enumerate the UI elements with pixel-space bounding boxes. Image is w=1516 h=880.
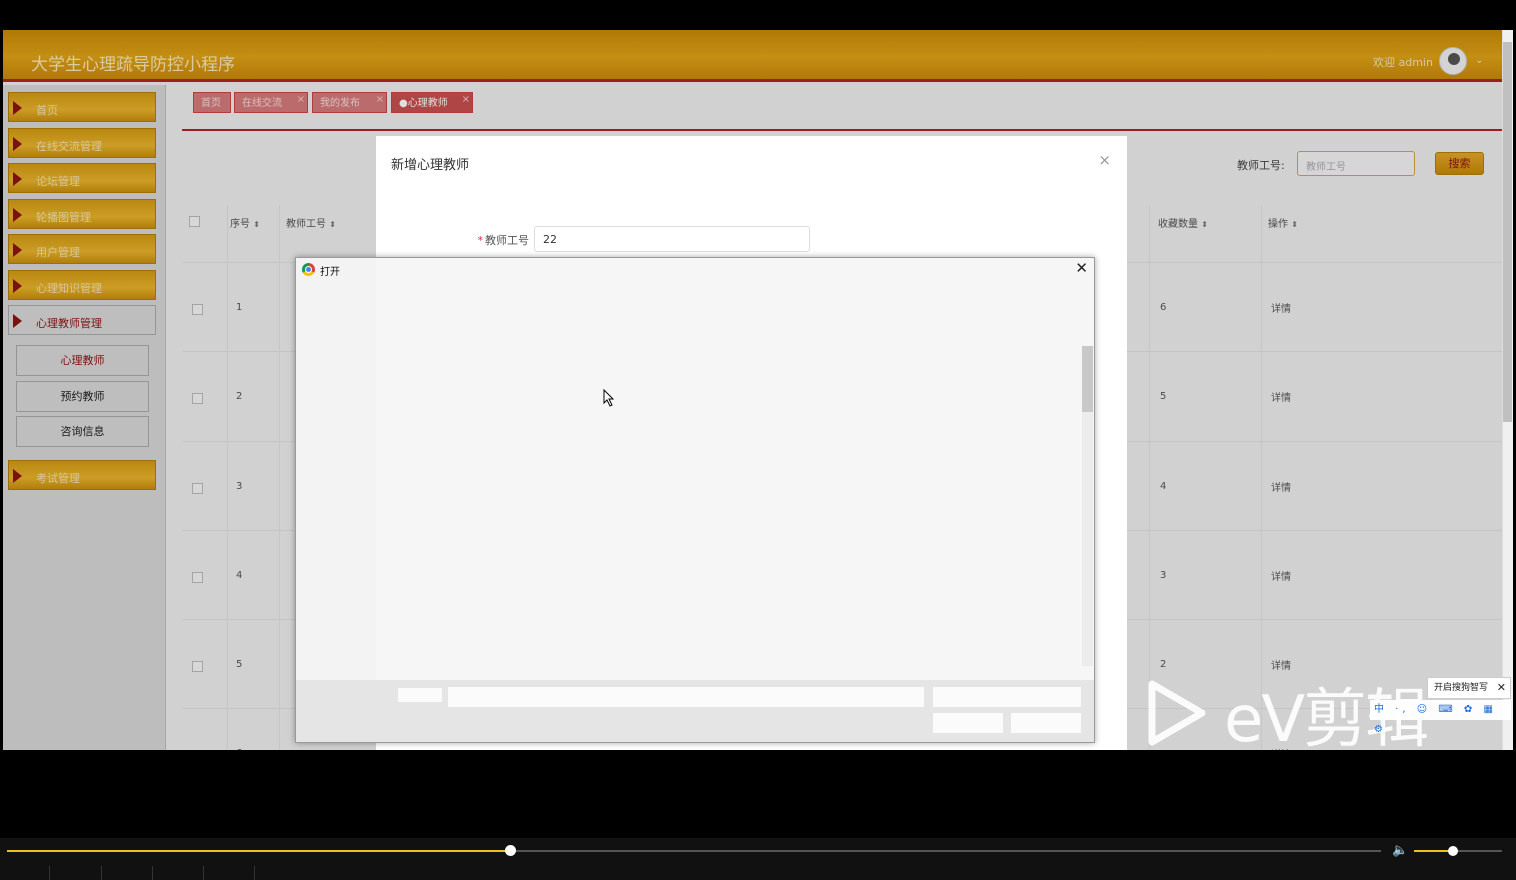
chrome-icon: [302, 263, 315, 276]
divider: [101, 866, 102, 880]
ime-tooltip-label: 开启搜狗智写: [1434, 683, 1489, 693]
player-controls: [0, 838, 1516, 880]
cancel-button[interactable]: [1011, 713, 1081, 733]
ime-tooltip: 开启搜狗智写 ✕: [1427, 677, 1511, 699]
dialog-title: 打开: [320, 267, 340, 278]
page-scrollbar-thumb[interactable]: [1503, 42, 1512, 422]
volume-fill: [1414, 850, 1453, 852]
close-icon[interactable]: ✕: [1075, 259, 1088, 277]
dialog-titlebar: 打开 ✕: [296, 258, 1094, 280]
volume-icon[interactable]: 🔈: [1392, 843, 1408, 858]
ime-toolbar[interactable]: 中 ·, ☺ ⌨ ✿ ▦ ⚙: [1370, 700, 1511, 735]
dialog-footer: [296, 680, 1094, 742]
progress-fill: [7, 850, 510, 852]
teacher-id-label-text: 教师工号: [485, 234, 529, 247]
teacher-id-label: * 教师工号: [478, 232, 530, 248]
video-player-stage: 大学生心理疏导防控小程序 欢迎 admin ⌄ 首页 在线交流管理 论坛管理 轮…: [0, 0, 1516, 880]
filename-label: [398, 688, 442, 702]
modal-title: 新增心理教师: [391, 158, 470, 173]
divider: [203, 866, 204, 880]
open-button[interactable]: [933, 713, 1003, 733]
teacher-id-field[interactable]: 22: [534, 226, 810, 252]
divider: [152, 866, 153, 880]
progress-knob[interactable]: [504, 845, 516, 856]
scrollbar-thumb[interactable]: [1082, 346, 1093, 412]
open-file-dialog: 打开 ✕: [295, 257, 1095, 743]
divider: [49, 866, 50, 880]
close-icon[interactable]: ✕: [1497, 678, 1506, 698]
play-logo-icon: [1148, 680, 1206, 746]
filetype-select[interactable]: [933, 687, 1081, 707]
cursor-icon: [603, 389, 615, 407]
filename-input[interactable]: [448, 687, 924, 707]
volume-knob[interactable]: [1447, 846, 1458, 856]
divider: [254, 866, 255, 880]
required-mark: *: [477, 234, 484, 247]
close-icon[interactable]: ×: [1098, 151, 1111, 169]
video-frame: 大学生心理疏导防控小程序 欢迎 admin ⌄ 首页 在线交流管理 论坛管理 轮…: [3, 30, 1513, 750]
